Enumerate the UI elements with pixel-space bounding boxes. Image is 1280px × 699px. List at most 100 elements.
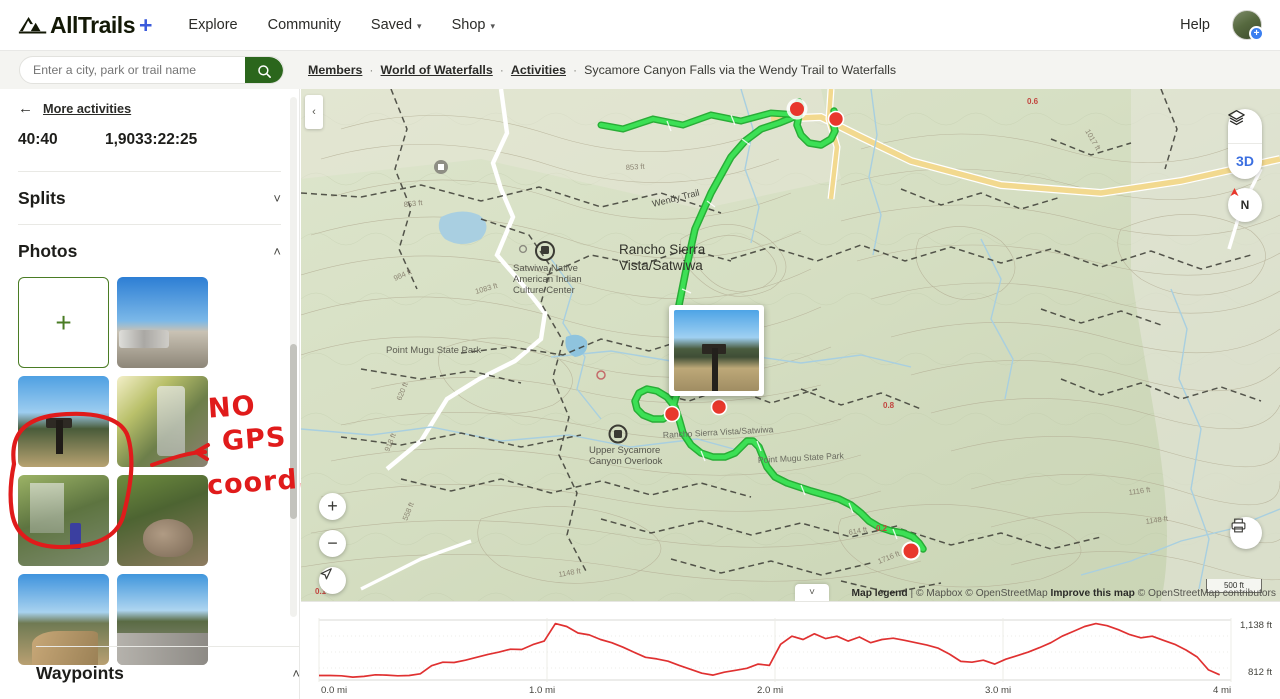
photo-tile-p2[interactable] <box>18 376 109 467</box>
help-link[interactable]: Help <box>1180 17 1210 33</box>
svg-text:Canyon Overlook: Canyon Overlook <box>589 456 663 467</box>
nav-label-community: Community <box>267 17 341 33</box>
locate-me-button[interactable] <box>319 567 346 594</box>
locate-arrow-icon <box>320 568 332 580</box>
toggle-3d-button[interactable]: 3D <box>1228 144 1262 178</box>
search-box[interactable] <box>19 56 284 84</box>
nav-right-group: Help + <box>1180 10 1264 41</box>
nav-item-saved[interactable]: Saved ▾ <box>371 17 422 33</box>
x-tick-4: 4 mi <box>1213 685 1232 696</box>
sidebar-scrollbar-thumb[interactable] <box>290 344 297 519</box>
arrow-left-icon: ← <box>18 100 33 117</box>
layers-icon <box>1228 110 1245 126</box>
breadcrumb-separator: · <box>369 63 374 77</box>
breadcrumb: Members · World of Waterfalls · Activiti… <box>308 63 896 77</box>
x-tick-3: 3.0 mi <box>985 685 1012 696</box>
chevron-up-icon[interactable]: ˄ <box>292 666 299 681</box>
avatar-plus-badge: + <box>1249 26 1264 41</box>
elevation-line-series <box>319 622 1221 678</box>
search-button[interactable] <box>245 57 283 83</box>
chevron-down-icon[interactable]: ˅ <box>273 191 281 206</box>
breadcrumb-separator: · <box>499 63 504 77</box>
avatar[interactable]: + <box>1232 10 1264 41</box>
top-navigation-bar: AllTrails + Explore Community Saved ▾ Sh… <box>0 0 1280 51</box>
svg-text:Satwiwa Native: Satwiwa Native <box>513 263 578 274</box>
mapbox-attribution[interactable]: © Mapbox <box>916 588 963 599</box>
map-legend-link[interactable]: Map legend <box>852 588 908 599</box>
map-layers-control: 3D <box>1228 109 1262 179</box>
photo-tile-p3[interactable] <box>117 376 208 467</box>
photo-tile-p5[interactable] <box>117 475 208 566</box>
svg-text:0.2: 0.2 <box>876 524 888 533</box>
compass-control[interactable]: N <box>1228 188 1262 222</box>
photo-tile-p4[interactable] <box>18 475 109 566</box>
y-min-label: 812 ft <box>1247 667 1272 678</box>
section-photos: Photos ˄ <box>18 224 281 277</box>
svg-text:Point Mugu State Park: Point Mugu State Park <box>386 345 481 356</box>
chart-x-gridlines <box>318 618 1232 682</box>
elevation-chart-canvas <box>318 618 1232 682</box>
add-photo-tile[interactable]: + <box>18 277 109 368</box>
primary-nav-links: Explore Community Saved ▾ Shop ▾ <box>188 17 495 33</box>
y-max-label: 1,138 ft <box>1239 620 1272 631</box>
section-title-waypoints: Waypoints <box>36 662 124 683</box>
search-icon <box>257 64 271 78</box>
zoom-in-button[interactable]: + <box>319 493 346 520</box>
breadcrumb-item-members[interactable]: Members <box>308 63 362 77</box>
chevron-down-icon: ˅ <box>809 587 815 598</box>
x-tick-0: 0.0 mi <box>321 685 348 696</box>
plus-icon: + <box>55 306 72 338</box>
breadcrumb-item-activities[interactable]: Activities <box>511 63 566 77</box>
improve-map-link[interactable]: Improve this map <box>1050 588 1134 599</box>
svg-text:Vista/Satwiwa: Vista/Satwiwa <box>619 258 703 273</box>
svg-text:Culture Center: Culture Center <box>513 285 575 296</box>
osm-attribution[interactable]: © OpenStreetMap <box>965 588 1047 599</box>
trail-map[interactable]: 0.1 0.2 0.6 0.8 853 ft 853 ft 984 ft 108… <box>301 89 1280 601</box>
expand-elevation-button[interactable]: ˅ <box>795 584 829 601</box>
map-photo-thumbnail <box>674 310 759 391</box>
printer-icon <box>1231 518 1246 533</box>
chevron-up-icon[interactable]: ˄ <box>273 244 281 259</box>
back-to-more-activities[interactable]: ← More activities <box>0 89 299 117</box>
map-attribution: Map legend | © Mapbox © OpenStreetMap Im… <box>852 588 1276 599</box>
alltrails-activity-page: AllTrails + Explore Community Saved ▾ Sh… <box>0 0 1280 699</box>
back-link-label: More activities <box>43 101 132 116</box>
nav-item-explore[interactable]: Explore <box>188 17 237 33</box>
brand-name: AllTrails <box>50 11 135 38</box>
stat-pace: 40:40 <box>18 131 58 148</box>
section-splits: Splits ˅ <box>18 171 281 224</box>
search-breadcrumb-row: Members · World of Waterfalls · Activiti… <box>0 51 1280 89</box>
mountain-logo-icon <box>18 17 47 34</box>
nav-item-shop[interactable]: Shop ▾ <box>452 17 495 33</box>
plus-icon: + <box>327 496 338 516</box>
svg-text:853 ft: 853 ft <box>626 162 646 172</box>
attribution-divider: | <box>910 588 914 599</box>
elevation-profile-chart[interactable]: 0.0 mi 1.0 mi 2.0 mi 3.0 mi 4 mi 1,138 f… <box>301 601 1280 699</box>
nav-label-saved: Saved <box>370 17 413 33</box>
photo-tile-p1[interactable] <box>117 277 208 368</box>
section-title-splits: Splits <box>18 187 66 208</box>
search-input[interactable] <box>20 63 225 77</box>
layers-button[interactable] <box>1228 109 1262 144</box>
section-header-splits[interactable]: Splits ˅ <box>18 172 281 224</box>
breadcrumb-current-page: Sycamore Canyon Falls via the Wendy Trai… <box>584 63 897 77</box>
nav-item-community[interactable]: Community <box>268 17 341 33</box>
svg-text:Rancho Sierra: Rancho Sierra <box>619 242 706 257</box>
section-header-photos[interactable]: Photos ˄ <box>18 225 281 277</box>
brand-plus: + <box>138 11 153 38</box>
minus-icon: − <box>327 533 338 553</box>
stat-moving-time: 3:22:25 <box>143 131 198 148</box>
print-map-button[interactable] <box>1230 517 1262 549</box>
osm-contributors-attribution[interactable]: © OpenStreetMap contributors <box>1138 588 1276 599</box>
map-photo-popup[interactable] <box>669 305 764 396</box>
zoom-out-button[interactable]: − <box>319 530 346 557</box>
collapse-sidebar-button[interactable]: ‹ <box>305 95 323 129</box>
svg-text:0.6: 0.6 <box>1027 97 1039 106</box>
section-title-photos: Photos <box>18 240 78 261</box>
activity-sidebar: ← More activities 40:40 1,903 3:22:25 Sp… <box>0 89 300 699</box>
alltrails-logo[interactable]: AllTrails + <box>18 12 152 39</box>
stat-elevation-gain: 1,903 <box>105 131 144 148</box>
breadcrumb-item-world-of-waterfalls[interactable]: World of Waterfalls <box>381 63 493 77</box>
chevron-down-icon: ▾ <box>417 20 422 31</box>
section-header-waypoints[interactable]: Waypoints ˄ <box>36 647 299 699</box>
